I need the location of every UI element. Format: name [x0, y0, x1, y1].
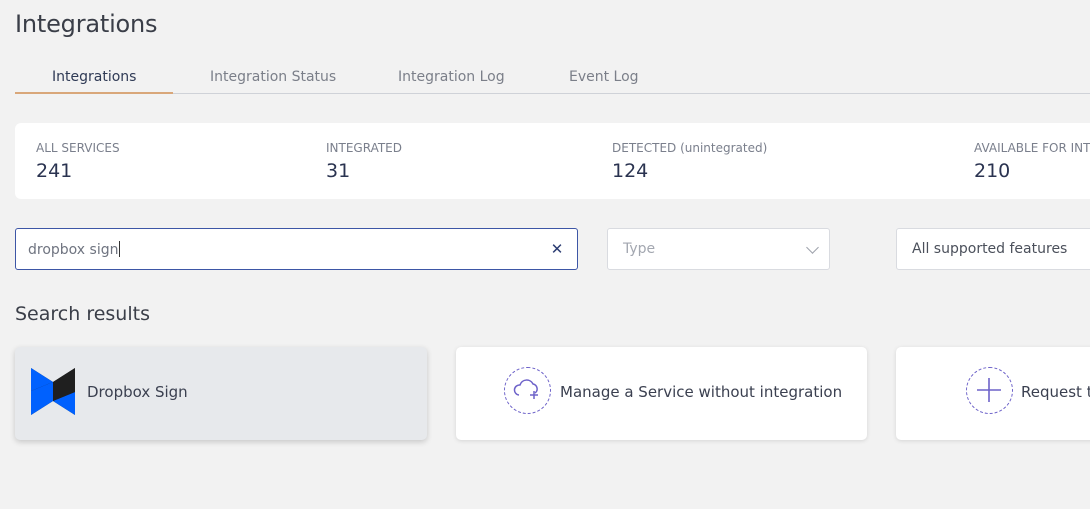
card-label: Dropbox Sign	[87, 383, 188, 401]
stat-value: 210	[974, 160, 1011, 182]
manage-service-card[interactable]: Manage a Service without integration	[456, 347, 867, 440]
search-input[interactable]: dropbox sign ✕	[15, 228, 578, 270]
plus-icon	[966, 367, 1013, 414]
tab-event-log[interactable]: Event Log	[569, 69, 639, 94]
stat-available[interactable]: AVAILABLE FOR INT 210	[974, 141, 1090, 182]
tab-bar: Integrations Integration Status Integrat…	[15, 69, 1090, 94]
close-icon[interactable]: ✕	[549, 241, 565, 257]
text-caret	[118, 241, 120, 257]
page-title: Integrations	[15, 10, 158, 38]
stat-value: 124	[612, 160, 649, 182]
stat-all-services[interactable]: ALL SERVICES 241	[36, 141, 120, 182]
tab-integration-log[interactable]: Integration Log	[398, 69, 505, 94]
type-select[interactable]: Type	[607, 228, 830, 270]
stat-label: INTEGRATED	[326, 141, 403, 155]
tab-integrations[interactable]: Integrations	[52, 69, 136, 94]
type-select-placeholder: Type	[623, 241, 656, 257]
result-card-dropbox-sign[interactable]: Dropbox Sign	[15, 347, 427, 440]
features-select-value: All supported features	[912, 241, 1068, 257]
search-input-value: dropbox sign	[28, 241, 120, 258]
stat-label: ALL SERVICES	[36, 141, 120, 155]
tab-integration-status[interactable]: Integration Status	[210, 69, 336, 94]
stat-integrated[interactable]: INTEGRATED 31	[326, 141, 402, 182]
search-results-title: Search results	[15, 303, 150, 325]
stat-value: 31	[326, 160, 351, 182]
features-select[interactable]: All supported features	[896, 228, 1090, 270]
card-label: Request t	[1021, 383, 1090, 401]
stat-label: DETECTED (unintegrated)	[612, 141, 768, 155]
card-label: Manage a Service without integration	[560, 383, 843, 401]
chevron-down-icon	[806, 241, 819, 254]
dropbox-sign-logo	[31, 368, 75, 415]
stats-panel: ALL SERVICES 241 INTEGRATED 31 DETECTED …	[15, 123, 1090, 199]
stat-label: AVAILABLE FOR INT	[974, 141, 1090, 155]
stat-detected[interactable]: DETECTED (unintegrated) 124	[612, 141, 767, 182]
cloud-plus-icon	[504, 367, 551, 414]
active-tab-indicator	[15, 92, 173, 94]
stat-value: 241	[36, 160, 73, 182]
request-integration-card[interactable]: Request t	[896, 347, 1090, 440]
